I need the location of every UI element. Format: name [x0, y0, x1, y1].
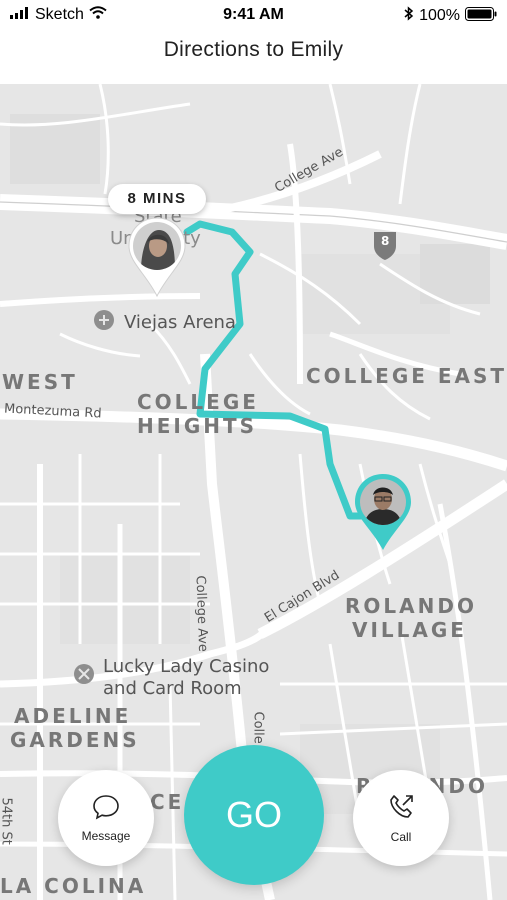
area-label-college-heights-1: COLLEGE	[137, 390, 259, 414]
battery-percent: 100%	[419, 7, 460, 24]
directions-screen: Sketch 9:41 AM 100% Directions to Emily …	[0, 0, 507, 900]
casino-poi-icon	[74, 664, 94, 684]
eta-badge: 8 MINS	[108, 184, 206, 214]
user-avatar	[133, 222, 181, 270]
bluetooth-icon	[404, 6, 414, 26]
area-label-ce-partial: CE	[150, 790, 185, 814]
user-location-pin[interactable]	[126, 216, 188, 300]
call-button[interactable]: Call	[353, 770, 449, 866]
status-right: 100%	[404, 6, 497, 26]
message-button-label: Message	[81, 828, 131, 843]
call-button-label: Call	[390, 829, 412, 844]
area-label-west: WEST	[2, 370, 78, 394]
phone-outgoing-icon	[387, 793, 415, 826]
road-label-54th-st: 54th St	[0, 797, 14, 845]
nav-bar: Directions to Emily	[0, 32, 507, 84]
go-button[interactable]: GO	[184, 745, 324, 885]
chat-bubble-icon	[92, 794, 120, 825]
poi-label-casino-line2: and Card Room	[103, 678, 242, 699]
message-button[interactable]: Message	[58, 770, 154, 866]
area-label-college-east: COLLEGE EAST	[306, 364, 507, 388]
page-title: Directions to Emily	[163, 38, 344, 61]
status-bar: Sketch 9:41 AM 100%	[0, 0, 507, 32]
highway-shield-number: 8	[381, 234, 390, 248]
road-label-colle-partial: Colle	[250, 711, 266, 744]
area-label-rolando-village-2: VILLAGE	[352, 618, 467, 642]
area-label-rolando-village-1: ROLANDO	[345, 594, 477, 618]
poi-label-viejas-arena: Viejas Arena	[124, 312, 236, 333]
stadium-poi-icon	[94, 310, 114, 330]
emily-avatar	[360, 479, 406, 525]
poi-label-casino-line1: Lucky Lady Casino	[103, 656, 270, 677]
area-label-adeline-gardens-1: ADELINE	[14, 704, 132, 728]
area-label-college-heights-2: HEIGHTS	[137, 414, 258, 438]
area-label-la-colina: LA COLINA	[0, 874, 147, 898]
battery-icon	[465, 6, 497, 26]
destination-pin[interactable]	[353, 472, 413, 554]
area-label-adeline-gardens-2: GARDENS	[10, 728, 140, 752]
